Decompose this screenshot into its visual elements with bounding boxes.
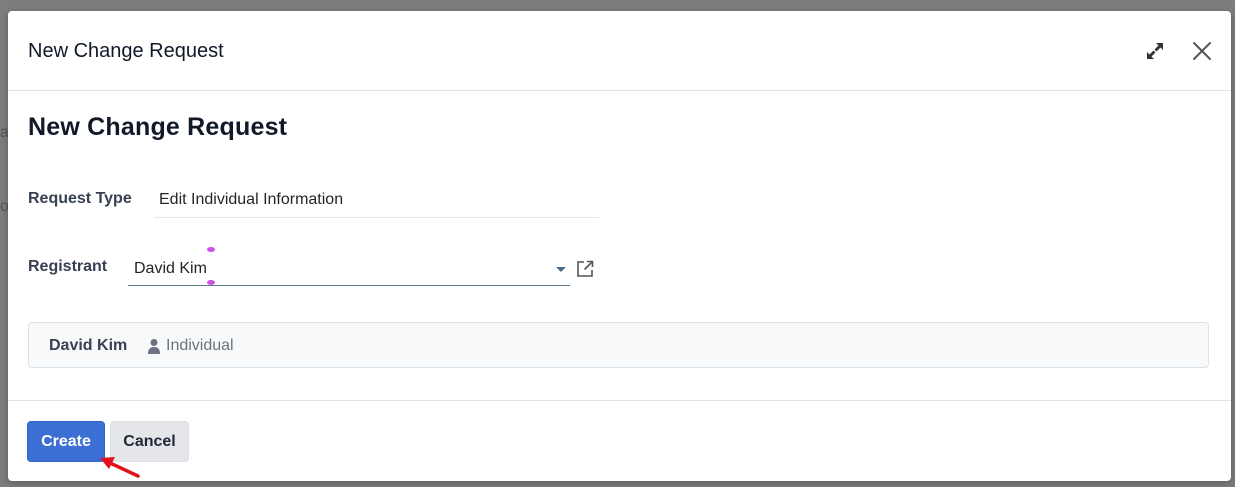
change-request-dialog: New Change Request New Change Request Re… (8, 11, 1231, 481)
dialog-footer: Create Cancel (8, 400, 1231, 481)
form-title: New Change Request (28, 113, 288, 141)
create-button[interactable]: Create (27, 421, 105, 462)
external-link-icon[interactable] (575, 259, 595, 279)
text-cursor-handle (207, 280, 215, 285)
dialog-title: New Change Request (28, 40, 224, 62)
expand-icon[interactable] (1143, 39, 1167, 63)
dropdown-caret-icon[interactable] (556, 267, 566, 272)
dialog-body: New Change Request Request Type Edit Ind… (8, 91, 1231, 400)
card-registrant-type: Individual (166, 337, 234, 354)
card-registrant-name: David Kim (49, 337, 128, 354)
request-type-value: Edit Individual Information (159, 191, 344, 208)
registrant-info-card: David Kim Individual (28, 322, 1209, 368)
registrant-value: David Kim (134, 260, 207, 277)
request-type-label: Request Type (28, 190, 132, 207)
request-type-field: Edit Individual Information (154, 187, 599, 218)
user-icon (148, 339, 160, 354)
registrant-input[interactable]: David Kim (128, 247, 570, 286)
text-cursor-handle (207, 247, 215, 252)
close-icon[interactable] (1190, 39, 1214, 63)
cancel-button[interactable]: Cancel (110, 421, 189, 462)
dialog-header: New Change Request (8, 11, 1231, 91)
registrant-label: Registrant (28, 258, 108, 275)
